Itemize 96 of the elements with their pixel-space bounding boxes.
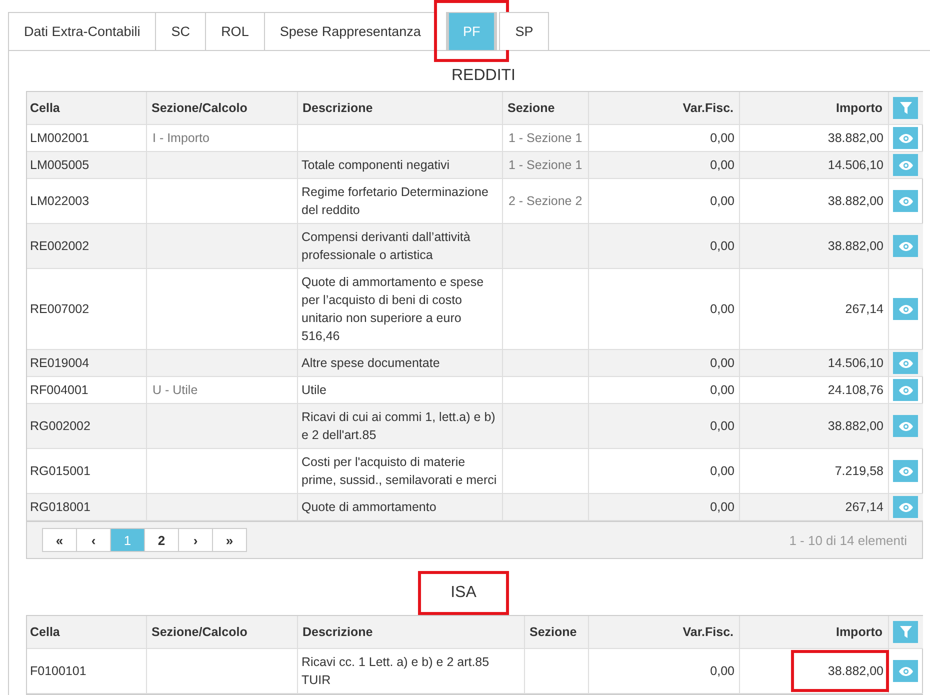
column-header: Importo xyxy=(739,92,888,124)
tab[interactable]: SP xyxy=(499,12,550,50)
view-button[interactable] xyxy=(893,127,918,149)
table-cell-text: 267,14 xyxy=(845,301,884,318)
table-cell: Quote di ammortamento xyxy=(302,500,436,514)
eye-icon xyxy=(898,358,913,368)
table-cell-text: 38.882,00 xyxy=(828,418,884,435)
table-cell: RE019004 xyxy=(30,356,90,370)
section-title: REDDITI xyxy=(450,67,516,85)
view-button[interactable] xyxy=(893,660,918,682)
view-button[interactable] xyxy=(893,154,918,176)
table-cell-text: 38.882,00 xyxy=(828,238,884,255)
page-button[interactable]: « xyxy=(42,528,77,552)
table-cell: Ricavi cc. 1 Lett. a) e b) e 2 art.85 TUIR xyxy=(302,655,490,687)
table-cell: RE002002 xyxy=(30,239,90,253)
column-header: Cella xyxy=(27,92,146,124)
page-button[interactable]: ‹ xyxy=(76,528,111,552)
column-header: Sezione/Calcolo xyxy=(146,92,297,124)
eye-icon xyxy=(898,304,913,314)
eye-icon xyxy=(898,502,913,512)
table-cell: Costi per l'acquisto di materie prime, sussid., semilavorati e merci xyxy=(302,455,497,487)
page-button[interactable]: » xyxy=(212,528,247,552)
table-cell-text: 38.882,00 xyxy=(828,193,884,210)
eye-icon xyxy=(898,160,913,170)
filter-icon xyxy=(900,102,912,114)
table-cell-text: 24.108,76 xyxy=(828,382,884,399)
filter-icon xyxy=(900,626,912,638)
eye-icon xyxy=(898,422,913,430)
table-cell: 0,00 xyxy=(710,356,734,370)
table-cell: LM022003 xyxy=(30,194,90,208)
table-cell: 0,00 xyxy=(710,239,734,253)
table-cell: 2 - Sezione 2 xyxy=(508,194,582,208)
table-cell: RG018001 xyxy=(30,500,90,514)
table-cell-text: 14.506,10 xyxy=(828,157,884,174)
view-button[interactable] xyxy=(893,190,918,212)
section-title: ISA xyxy=(418,571,510,615)
table-cell: 0,00 xyxy=(710,500,734,514)
eye-icon xyxy=(898,196,913,206)
column-header: Descrizione xyxy=(297,92,502,124)
table-cell: Totale componenti negativi xyxy=(302,158,450,172)
table-cell: 0,00 xyxy=(710,383,734,397)
table-cell: Utile xyxy=(302,383,327,397)
table-cell: RE007002 xyxy=(30,302,90,316)
table-cell: 0,00 xyxy=(710,464,734,478)
view-button[interactable] xyxy=(893,298,918,320)
column-header: Sezione xyxy=(502,92,588,124)
table-cell: 0,00 xyxy=(710,194,734,208)
view-button[interactable] xyxy=(893,415,918,437)
table-cell: 38.882,00 xyxy=(790,650,888,692)
column-header: Descrizione xyxy=(297,616,524,648)
table-cell-text: 267,14 xyxy=(845,499,884,516)
table-cell: RF004001 xyxy=(30,383,88,397)
table-cell: Altre spese documentate xyxy=(302,356,440,370)
pagination-summary: 1 - 10 di 14 elementi xyxy=(789,532,907,548)
column-header: Sezione xyxy=(524,616,588,648)
table-cell: 1 - Sezione 1 xyxy=(508,158,582,172)
column-header: Cella xyxy=(27,616,146,648)
table-cell: Ricavi di cui ai commi 1, lett.a) e b) e 2 dell'art.85 xyxy=(302,410,496,442)
tab[interactable]: Dati Extra-Contabili xyxy=(8,12,156,50)
page-button[interactable]: › xyxy=(178,528,213,552)
eye-icon xyxy=(898,134,913,142)
table-cell: LM002001 xyxy=(30,131,90,145)
table-cell: 0,00 xyxy=(710,302,734,316)
filter-button[interactable] xyxy=(893,97,918,119)
column-header: Sezione/Calcolo xyxy=(146,616,297,648)
column-header: Importo xyxy=(739,616,888,648)
table-cell: Compensi derivanti dall’attività professionale o artistica xyxy=(302,230,470,262)
column-header: Var.Fisc. xyxy=(588,92,739,124)
table-cell: RG002002 xyxy=(30,419,90,433)
table-cell: 0,00 xyxy=(710,131,734,145)
filter-button[interactable] xyxy=(893,621,918,643)
eye-icon xyxy=(898,242,913,250)
view-button[interactable] xyxy=(893,379,918,401)
table-cell: I - Importo xyxy=(152,131,210,145)
table-cell: RG015001 xyxy=(30,464,90,478)
table-cell: U - Utile xyxy=(152,383,198,397)
eye-icon xyxy=(898,666,913,676)
view-button[interactable] xyxy=(893,235,918,257)
table-cell: Quote di ammortamento e spese per l’acquisto di beni di costo unitario non superiore a euro 516,46 xyxy=(302,275,484,343)
table-cell: 0,00 xyxy=(710,158,734,172)
table-cell: 1 - Sezione 1 xyxy=(508,131,582,145)
view-button[interactable] xyxy=(893,352,918,374)
view-button[interactable] xyxy=(893,496,918,518)
table-cell-text: 38.882,00 xyxy=(828,130,884,147)
table-cell: F0100101 xyxy=(30,664,86,678)
table-cell-text: 7.219,58 xyxy=(834,463,884,480)
table-cell: LM005005 xyxy=(30,158,90,172)
column-header: Var.Fisc. xyxy=(588,616,739,648)
table-cell-text: 14.506,10 xyxy=(828,355,884,372)
table-cell: Regime forfetario Determinazione del reddito xyxy=(302,185,488,217)
eye-icon xyxy=(898,466,913,476)
page-button[interactable]: 2 xyxy=(144,528,179,552)
table-cell: 0,00 xyxy=(710,664,734,678)
view-button[interactable] xyxy=(893,460,918,482)
table-cell: 0,00 xyxy=(710,419,734,433)
eye-icon xyxy=(898,386,913,394)
